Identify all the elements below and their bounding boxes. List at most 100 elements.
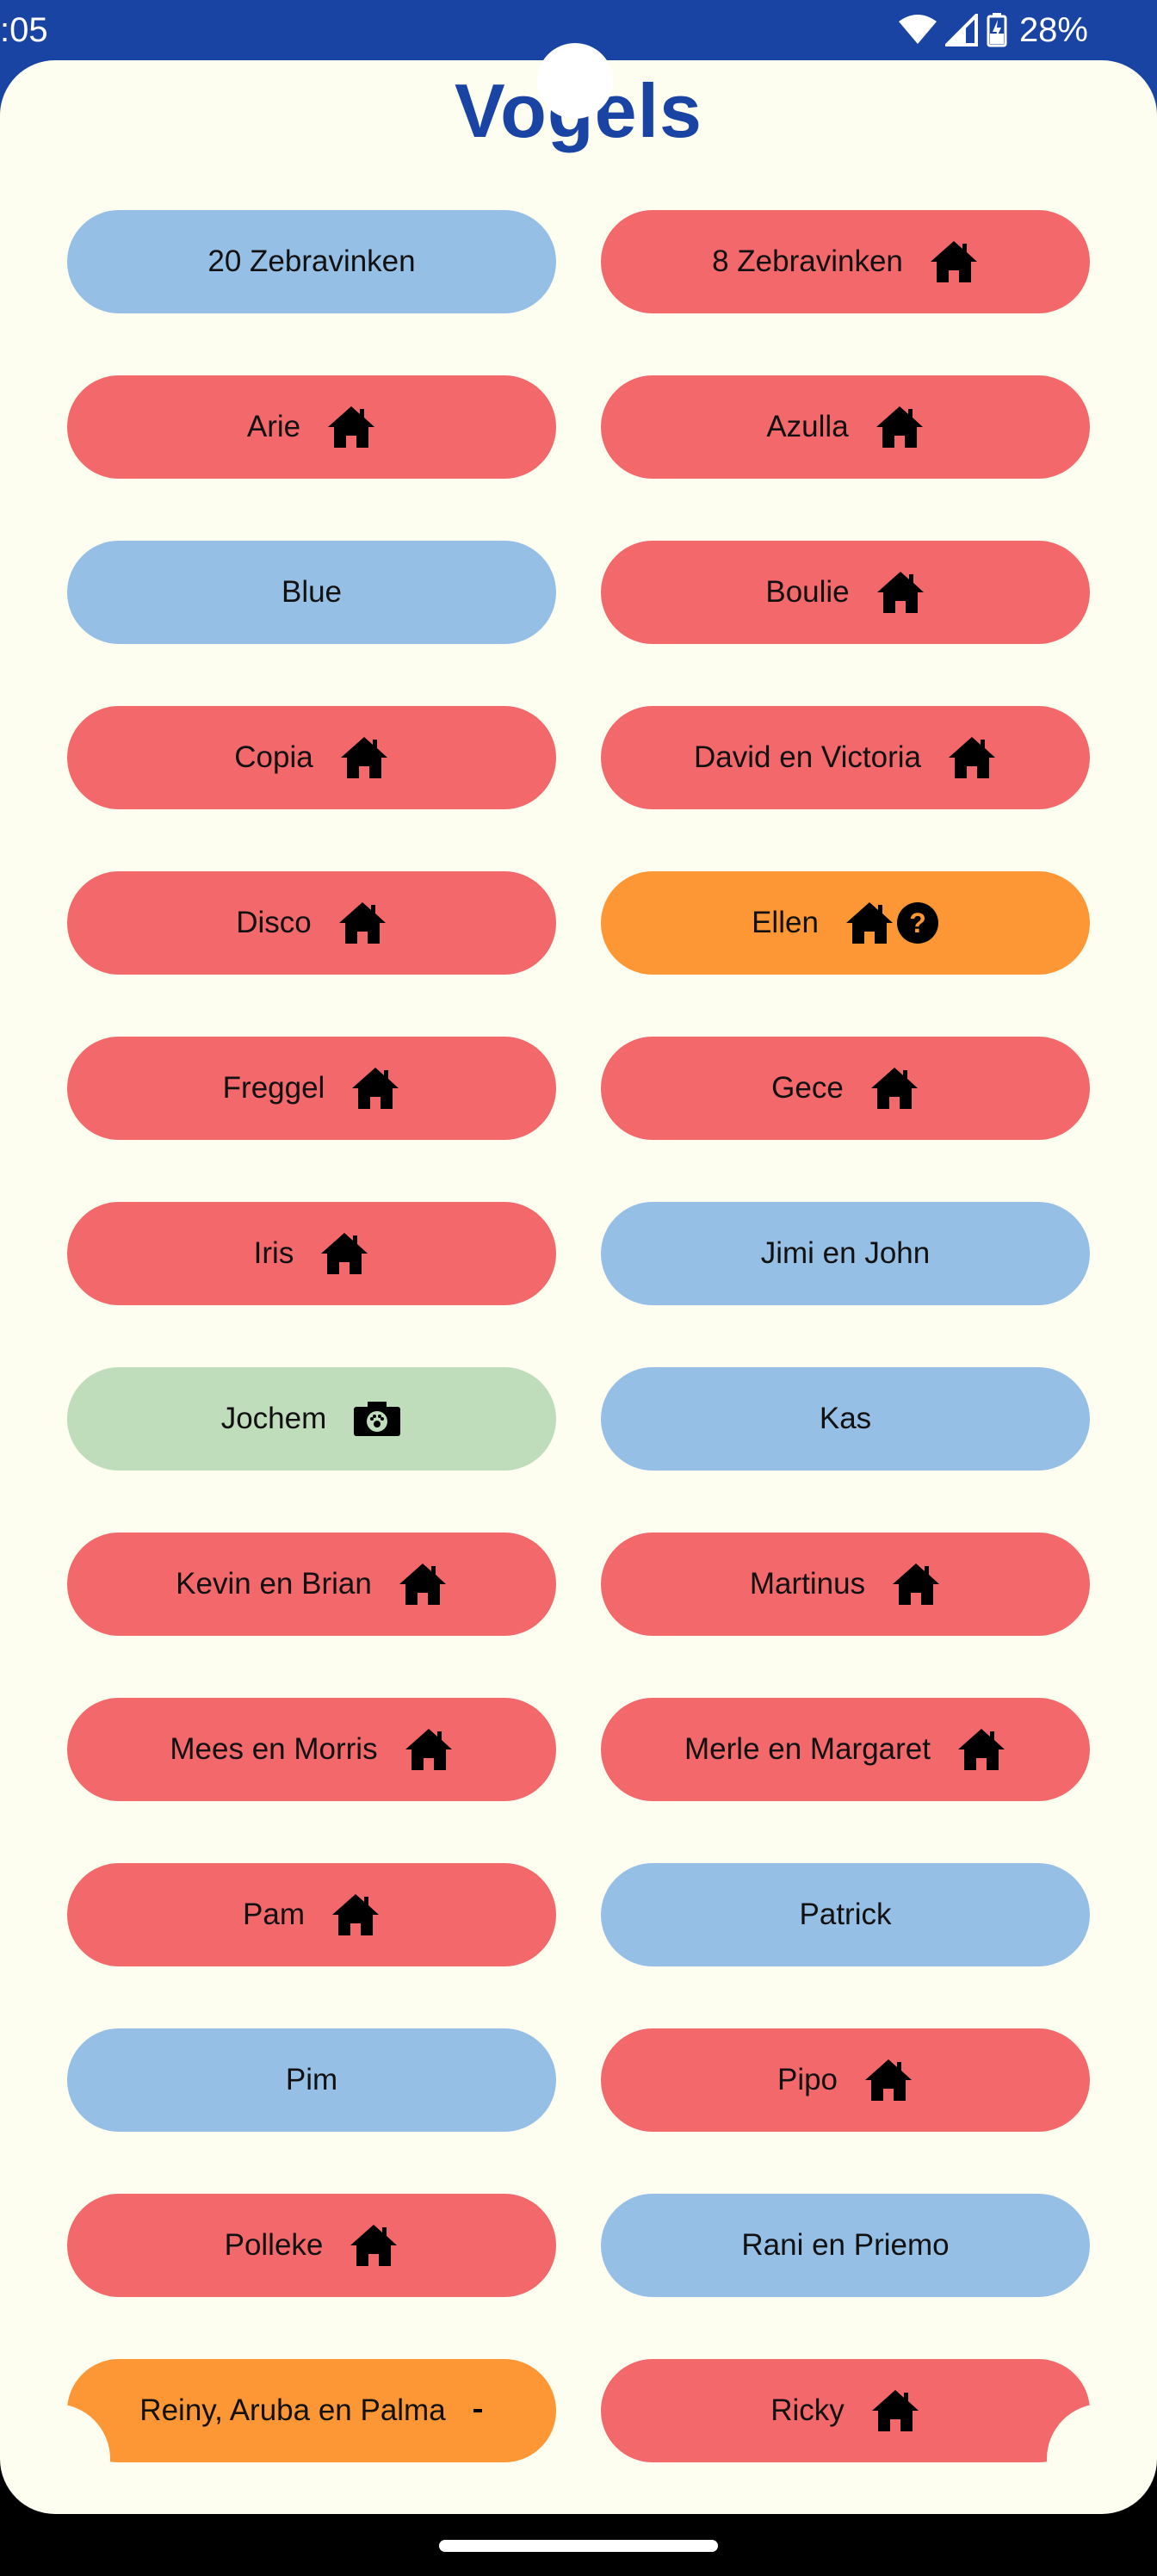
pet-camera-icon <box>352 1400 402 1438</box>
bird-status-icons <box>472 2406 484 2415</box>
bird-status-icons <box>875 570 925 615</box>
svg-text:?: ? <box>909 907 926 938</box>
bird-name: Martinus <box>749 1567 866 1601</box>
bird-button[interactable]: Iris <box>67 1202 556 1305</box>
bird-name: Pam <box>243 1898 305 1931</box>
bird-button[interactable]: Arie <box>67 375 556 479</box>
home-icon <box>331 1892 381 1937</box>
bird-button[interactable]: Polleke <box>67 2194 556 2297</box>
bird-button[interactable]: Kevin en Brian <box>67 1533 556 1636</box>
bird-name: Rani en Priemo <box>741 2228 950 2262</box>
bird-name: Polleke <box>224 2228 324 2262</box>
status-icons: 28% <box>898 7 1088 53</box>
home-icon <box>349 2223 399 2268</box>
question-icon: ? <box>896 901 939 944</box>
bird-status-icons <box>863 2058 913 2102</box>
bird-name: Freggel <box>222 1071 325 1105</box>
bird-button[interactable]: Reiny, Aruba en Palma <box>67 2359 556 2462</box>
bird-name: Reiny, Aruba en Palma <box>139 2393 446 2427</box>
bird-name: 20 Zebravinken <box>207 245 416 278</box>
bird-name: Ellen <box>752 906 819 939</box>
bird-name: 8 Zebravinken <box>712 245 903 278</box>
bird-status-icons <box>404 1727 454 1772</box>
home-icon <box>929 239 979 284</box>
bird-button[interactable]: Gece <box>601 1037 1090 1140</box>
bird-button[interactable]: Freggel <box>67 1037 556 1140</box>
bird-button-grid: 20 Zebravinken 8 Zebravinken Arie Azulla Blu… <box>67 210 1090 2462</box>
bird-name: Azulla <box>766 410 849 443</box>
bird-button[interactable]: Boulie <box>601 541 1090 644</box>
bird-status-icons <box>339 735 389 780</box>
bird-button[interactable]: Kas <box>601 1367 1090 1471</box>
bird-status-icons <box>875 405 925 449</box>
bird-status-icons <box>956 1727 1006 1772</box>
home-icon <box>875 405 925 449</box>
bird-name: Boulie <box>765 575 850 609</box>
bird-name: Iris <box>253 1236 294 1270</box>
bird-status-icons <box>331 1892 381 1937</box>
bird-button[interactable]: Ellen? <box>601 871 1090 975</box>
home-icon <box>947 735 997 780</box>
home-icon <box>337 901 387 945</box>
home-icon <box>339 735 389 780</box>
bird-name: Kevin en Brian <box>176 1567 372 1601</box>
home-icon <box>956 1727 1006 1772</box>
bird-button[interactable]: Pam <box>67 1863 556 1966</box>
bird-button[interactable]: David en Victoria <box>601 706 1090 809</box>
bird-button[interactable]: Azulla <box>601 375 1090 479</box>
bird-button[interactable]: Disco <box>67 871 556 975</box>
bird-status-icons <box>398 1562 448 1607</box>
bird-button[interactable]: Ricky <box>601 2359 1090 2462</box>
bird-button[interactable]: Mees en Morris <box>67 1698 556 1801</box>
home-icon <box>319 1231 369 1276</box>
bird-status-icons <box>326 405 376 449</box>
bird-status-icons <box>352 1400 402 1438</box>
bird-status-icons <box>869 1066 919 1111</box>
bird-button[interactable]: Merle en Margaret <box>601 1698 1090 1801</box>
bird-status-icons: ? <box>845 901 939 945</box>
home-icon <box>350 1066 400 1111</box>
bird-button[interactable]: Patrick <box>601 1863 1090 1966</box>
camera-cutout <box>537 43 613 119</box>
bird-status-icons <box>870 2388 920 2433</box>
cell-signal-icon <box>944 14 978 46</box>
bird-status-icons <box>891 1562 941 1607</box>
bird-status-icons <box>319 1231 369 1276</box>
bird-name: Pim <box>285 2063 338 2096</box>
bird-button[interactable]: Blue <box>67 541 556 644</box>
bird-name: Blue <box>281 575 343 609</box>
home-icon <box>870 2388 920 2433</box>
bird-button[interactable]: Pim <box>67 2028 556 2132</box>
bird-button[interactable]: 8 Zebravinken <box>601 210 1090 313</box>
bird-button[interactable]: 20 Zebravinken <box>67 210 556 313</box>
battery-percent: 28% <box>1018 11 1088 49</box>
bird-button[interactable]: Jochem <box>67 1367 556 1471</box>
home-icon <box>398 1562 448 1607</box>
bird-name: Jimi en John <box>760 1236 931 1270</box>
bird-status-icons <box>350 1066 400 1111</box>
bird-name: Mees en Morris <box>170 1732 378 1766</box>
bird-button[interactable]: Jimi en John <box>601 1202 1090 1305</box>
battery-charging-icon <box>987 13 1007 47</box>
bird-button[interactable]: Rani en Priemo <box>601 2194 1090 2297</box>
bird-button[interactable]: Copia <box>67 706 556 809</box>
bird-button[interactable]: Martinus <box>601 1533 1090 1636</box>
home-icon <box>869 1066 919 1111</box>
home-icon <box>845 901 894 945</box>
bird-button[interactable]: Pipo <box>601 2028 1090 2132</box>
home-icon <box>863 2058 913 2102</box>
bird-name: Arie <box>246 410 301 443</box>
bird-name: Copia <box>234 740 313 774</box>
home-icon <box>326 405 376 449</box>
bird-status-icons <box>337 901 387 945</box>
dash-icon <box>472 2406 484 2415</box>
bird-name: Kas <box>819 1402 872 1435</box>
home-icon <box>891 1562 941 1607</box>
bird-status-icons <box>929 239 979 284</box>
gesture-nav-handle[interactable] <box>439 2540 718 2552</box>
bird-name: Gece <box>771 1071 844 1105</box>
home-icon <box>875 570 925 615</box>
bird-name: Jochem <box>220 1402 327 1435</box>
app-screen: Vogels 20 Zebravinken8 ZebravinkenArieAz… <box>0 60 1157 2514</box>
bird-name: David en Victoria <box>694 740 921 774</box>
